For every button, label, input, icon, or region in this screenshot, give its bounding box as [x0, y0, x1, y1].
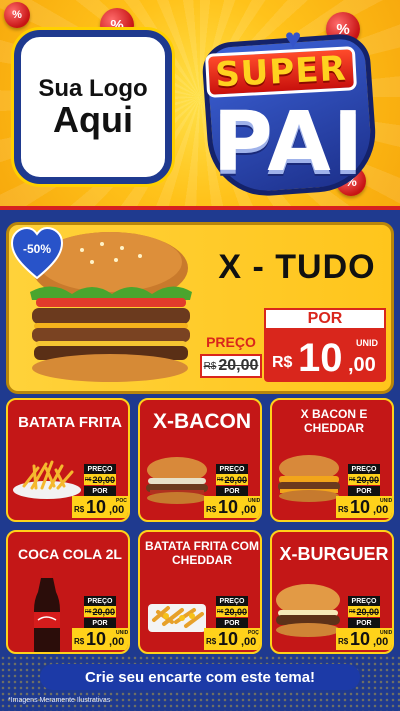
- logo-line2: Aqui: [53, 98, 133, 140]
- product-card-x-bacon-cheddar[interactable]: X BACON E CHEDDAR PREÇO R$ 20,00 POR R$ 10…: [270, 398, 394, 522]
- cta-button[interactable]: Crie seu encarte com este tema!: [40, 664, 360, 690]
- discount-badge: -50%: [10, 226, 64, 280]
- product-card-x-burguer[interactable]: X-BURGUER PREÇO R$ 20,00 POR R$ 10,00 UNID: [270, 530, 394, 654]
- card-title: BATATA FRITA: [18, 414, 122, 431]
- soda-bottle-image: [34, 570, 60, 652]
- logo-line1: Sua Logo: [38, 74, 148, 102]
- card-title: X BACON E CHEDDAR: [300, 407, 368, 435]
- percent-ball-icon: %: [4, 2, 30, 28]
- card-title: COCA COLA 2L: [18, 546, 122, 562]
- super-pai-brand: ♥ SUPER PAI: [192, 25, 388, 206]
- product-card-batata-cheddar[interactable]: BATATA FRITA COM CHEDDAR PREÇO R$ 20,00 P…: [138, 530, 262, 654]
- card-title: X-BACON: [153, 410, 251, 433]
- disclaimer-text: *Imagens Meramente Ilustrativas: [8, 697, 111, 704]
- featured-old-price: R$ 20,00: [200, 354, 262, 378]
- fries-image: [13, 460, 81, 499]
- brand-pai-word: PAI: [212, 94, 366, 190]
- card-title: X-BURGUER: [279, 544, 389, 564]
- fries-cheddar-image: [148, 604, 206, 632]
- logo-placeholder[interactable]: Sua Logo Aqui: [14, 30, 172, 184]
- brand-super-word: SUPER: [204, 46, 358, 98]
- featured-new-price: R$ 10 ,00 UNID: [264, 330, 386, 382]
- header-blue-stripe: [0, 210, 400, 216]
- product-card-coca-cola[interactable]: COCA COLA 2L PREÇO R$ 20,00 POR R$ 10,00 UN…: [6, 530, 130, 654]
- burger-image: [146, 457, 208, 504]
- featured-title: X - TUDO: [218, 248, 376, 286]
- discount-text: -50%: [22, 242, 51, 256]
- burger-image: [276, 584, 340, 637]
- product-card-batata-frita[interactable]: BATATA FRITA PREÇO R$ 20,00 POR R$ 10,00 PO…: [6, 398, 130, 522]
- product-card-x-bacon[interactable]: X-BACON PREÇO R$ 20,00 POR R$ 10,00 UNID: [138, 398, 262, 522]
- card-title: BATATA FRITA COM CHEDDAR: [145, 539, 259, 567]
- featured-preco-label: PREÇO: [206, 334, 256, 350]
- burger-image: [278, 455, 340, 502]
- featured-por-label: POR: [264, 308, 386, 330]
